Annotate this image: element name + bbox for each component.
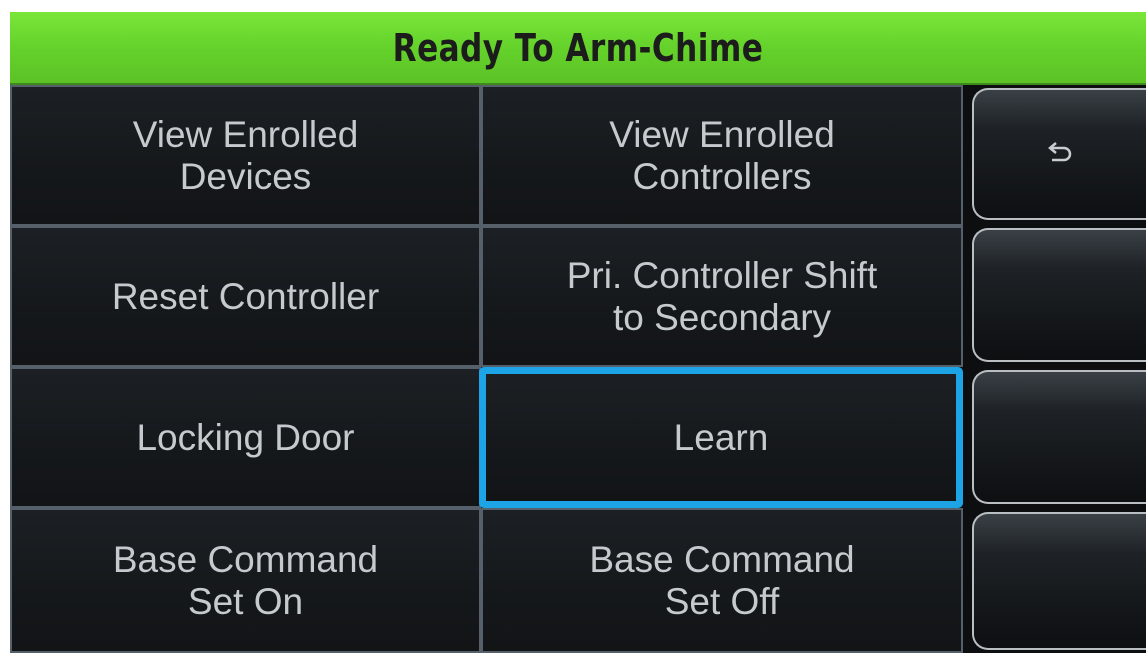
base-command-set-on-button[interactable]: Base Command Set On [10, 508, 481, 653]
learn-button[interactable]: Learn [479, 367, 963, 508]
touchscreen-display: Ready To Arm-Chime View Enrolled Devices… [0, 0, 1146, 653]
back-button[interactable] [972, 88, 1146, 220]
view-enrolled-devices-button[interactable]: View Enrolled Devices [10, 85, 481, 226]
back-arrow-icon [1047, 141, 1073, 168]
base-command-set-off-button[interactable]: Base Command Set Off [481, 508, 963, 653]
controller-shift-secondary-button[interactable]: Pri. Controller Shift to Secondary [481, 226, 963, 367]
side-button-3[interactable] [972, 370, 1146, 504]
locking-door-button[interactable]: Locking Door [10, 367, 481, 508]
reset-controller-button[interactable]: Reset Controller [10, 226, 481, 367]
side-button-4[interactable] [972, 512, 1146, 650]
status-title: Ready To Arm-Chime [392, 25, 764, 70]
view-enrolled-controllers-button[interactable]: View Enrolled Controllers [481, 85, 963, 226]
status-bar: Ready To Arm-Chime [10, 12, 1146, 85]
side-button-2[interactable] [972, 228, 1146, 362]
